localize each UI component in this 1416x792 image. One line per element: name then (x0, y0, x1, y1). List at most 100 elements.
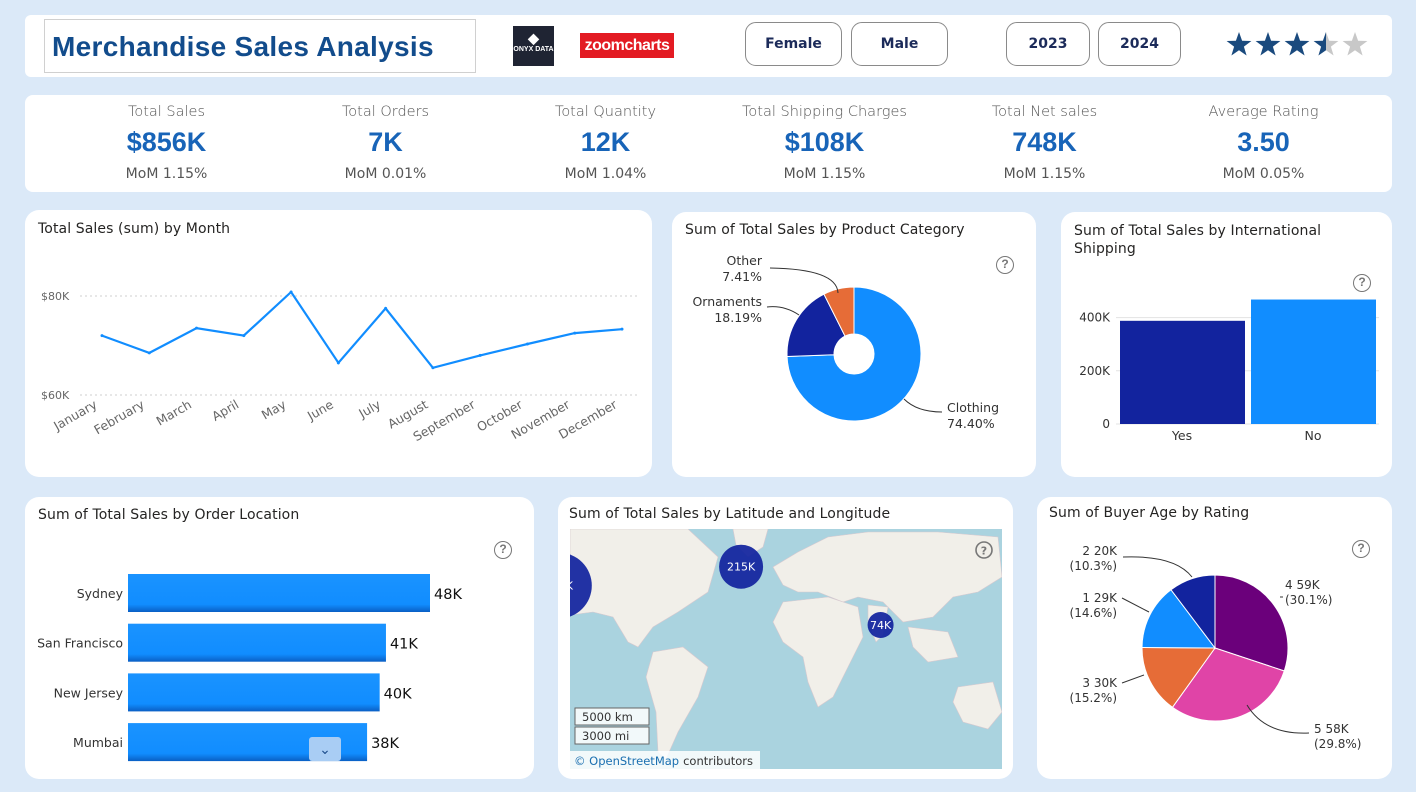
year-slicer-2024[interactable]: 2024 (1098, 22, 1181, 66)
help-icon-glyph: ? (981, 545, 987, 558)
star-icon (1342, 32, 1368, 56)
header-bar: Merchandise Sales Analysis ◆ ONYX DATA z… (25, 15, 1392, 77)
page-title: Merchandise Sales Analysis (52, 31, 434, 62)
data-point (620, 327, 624, 331)
data-point (525, 342, 529, 346)
kpi-mom: MoM 1.15% (125, 166, 208, 182)
category-donut-chart: Clothing74.40% Ornaments18.19% Other7.41% (692, 253, 999, 431)
intl-shipping-card: Sum of Total Sales by International Ship… (1061, 212, 1392, 477)
slice-pct: (10.3%) (1070, 559, 1117, 573)
title-box: Merchandise Sales Analysis (44, 19, 476, 73)
scroll-down-button[interactable]: ⌄ (309, 737, 341, 761)
kpi-average-rating: Average Rating 3.50 MoM 0.05% (1154, 95, 1373, 182)
slice-name: Clothing (947, 400, 999, 415)
star-icon (1284, 32, 1310, 56)
x-tick-label: Yes (1171, 428, 1192, 443)
scale-mi: 3000 mi (582, 729, 629, 743)
data-point (336, 361, 340, 365)
slice-pct: (30.1%) (1285, 593, 1332, 607)
kpi-mom: MoM 1.15% (1003, 166, 1086, 182)
y-tick-label: $80K (41, 290, 70, 303)
leader-line (769, 267, 839, 294)
kpi-mom: MoM 1.15% (783, 166, 866, 182)
data-point (242, 334, 246, 338)
data-point (384, 306, 388, 310)
x-tick-label: March (154, 397, 195, 429)
bar-new-jersey (128, 673, 380, 712)
bar-yes (1120, 320, 1245, 424)
star-icon (1226, 32, 1252, 56)
y-tick-label: San Francisco (37, 636, 123, 651)
y-tick-label: 400K (1079, 311, 1111, 325)
onyx-logo-text: ONYX DATA (513, 46, 554, 53)
zoomcharts-logo: zoomcharts (580, 33, 674, 58)
kpi-total-net-sales: Total Net sales 748K MoM 1.15% (935, 95, 1154, 182)
leader-line (1121, 674, 1145, 684)
gender-slicer-female[interactable]: Female (745, 22, 842, 66)
y-tick-label: 0 (1102, 417, 1110, 431)
kpi-value: $108K (784, 127, 865, 157)
data-point (573, 331, 577, 335)
kpi-total-orders: Total Orders 7K MoM 0.01% (276, 95, 495, 182)
monthly-line-chart: $80K$60KJanuaryFebruary March April May June… (41, 290, 637, 444)
x-tick-label: February (91, 396, 147, 437)
y-tick-label: Mumbai (73, 735, 123, 750)
location-bar-chart: Sydney 48K San Francisco 41K New Jersey 40K Mu… (37, 574, 462, 762)
kpi-value: $856K (126, 127, 207, 157)
slice-label: 1 29K (1082, 591, 1118, 605)
slice-label: 3 30K (1082, 676, 1118, 690)
bubble-label: 74K (870, 619, 892, 632)
kpi-label: Total Net sales (991, 104, 1098, 120)
kpi-label: Total Shipping Charges (742, 104, 907, 120)
rating-card: Sum of Buyer Age by Rating ? 4 59K (30.1%… (1037, 497, 1392, 779)
kpi-label: Average Rating (1208, 104, 1319, 120)
attribution: © OpenStreetMap contributors (574, 754, 753, 768)
category-card: Sum of Total Sales by Product Category ?… (672, 212, 1036, 477)
gender-slicer-male[interactable]: Male (851, 22, 948, 66)
year-slicer-2023[interactable]: 2023 (1006, 22, 1090, 66)
slice-pct: (15.2%) (1070, 691, 1117, 705)
kpi-total-quantity: Total Quantity 12K MoM 1.04% (496, 95, 715, 182)
leader-line (1246, 704, 1310, 734)
attribution-link: © OpenStreetMap (574, 754, 679, 768)
bar-san-francisco (128, 623, 386, 662)
data-label: 48K (434, 587, 462, 603)
intl-bar-chart: 0 200K 400K Yes No (1079, 299, 1379, 443)
order-location-card: Sum of Total Sales by Order Location ? S… (25, 497, 534, 779)
bubble-label: 368K (558, 580, 574, 593)
kpi-mom: MoM 1.04% (564, 166, 647, 182)
data-label: 40K (384, 686, 412, 702)
data-point (431, 366, 435, 370)
zoomcharts-logo-text: zoomcharts (584, 37, 670, 54)
data-point (195, 326, 199, 330)
kpi-label: Total Sales (127, 104, 206, 120)
x-tick-label: No (1305, 428, 1322, 443)
slice-label: 7.41% (722, 269, 762, 284)
star-icon (1313, 32, 1339, 56)
x-tick-label: April (209, 397, 241, 424)
leader-line (1121, 597, 1150, 613)
data-point (289, 290, 293, 294)
x-tick-label: June (304, 396, 336, 423)
kpi-label: Total Quantity (554, 104, 657, 120)
bar-sydney (128, 574, 430, 612)
y-tick-label: Sydney (77, 586, 124, 601)
slice-label: 5 58K (1314, 722, 1350, 736)
slice-label: 74.40% (947, 416, 995, 431)
slice-label: 18.19% (714, 310, 762, 325)
x-tick-label: July (355, 396, 383, 421)
attribution-text: contributors (683, 754, 753, 768)
slice-label: 2 20K (1082, 544, 1118, 558)
star-rating (1226, 32, 1368, 56)
onyx-data-logo: ◆ ONYX DATA (513, 26, 554, 66)
rating-pie-chart: 4 59K(30.1%) 5 58K(29.8%) 3 30K(15.2%) 1 29… (1070, 544, 1362, 751)
bar-no (1251, 299, 1376, 424)
y-tick-label: 200K (1079, 364, 1111, 378)
sales-map[interactable]: 62K368K215K74K485000 km3000 mi© OpenStre… (558, 497, 1013, 779)
data-point (478, 353, 482, 357)
kpi-value: 12K (580, 127, 631, 157)
x-tick-label: May (259, 396, 289, 422)
slice-pct: (29.8%) (1314, 737, 1361, 751)
leader-line (1122, 556, 1193, 578)
slice-label: 4 59K (1285, 578, 1321, 592)
